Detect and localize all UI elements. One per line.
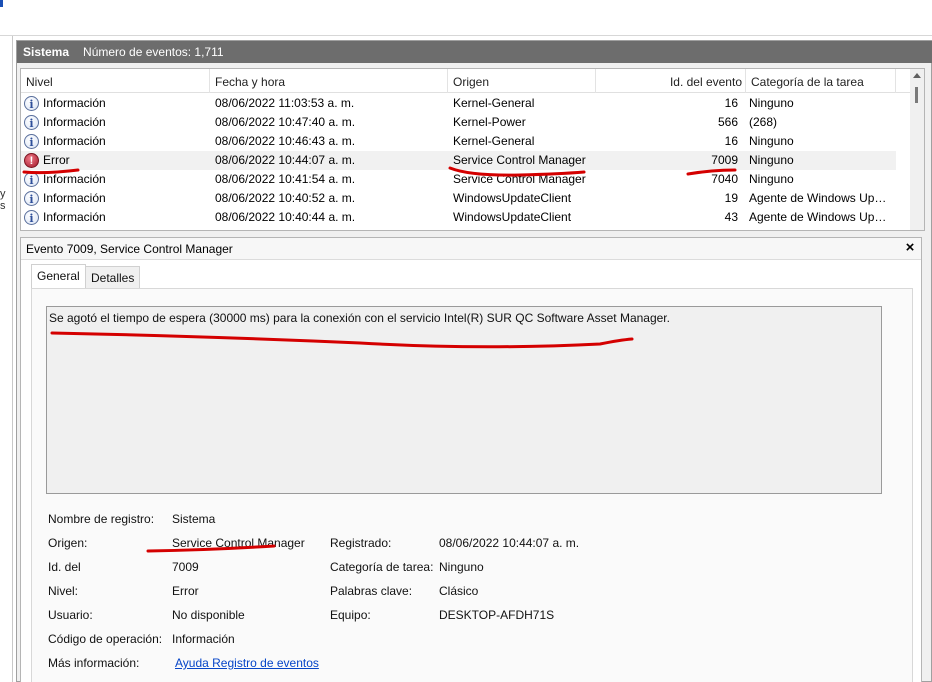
cell-source: Service Control Manager [453, 172, 586, 186]
cell-event-id: 566 [717, 115, 738, 129]
cell-level: Información [43, 172, 106, 186]
event-message-box[interactable]: Se agotó el tiempo de espera (30000 ms) … [46, 306, 882, 494]
cell-event-id: 7040 [711, 172, 738, 186]
event-detail-panel: Evento 7009, Service Control Manager × G… [20, 237, 922, 682]
prop-value-opcode[interactable]: Información [172, 631, 235, 647]
log-name: Sistema [23, 45, 70, 59]
cell-source: Kernel-General [453, 134, 535, 148]
cell-source: WindowsUpdateClient [453, 191, 572, 205]
column-header-event-id[interactable]: Id. del evento [596, 69, 746, 93]
left-pane-text-fragment: y s [0, 188, 6, 212]
events-table[interactable]: Nivel Fecha y hora Origen Id. del evento… [20, 68, 925, 231]
general-tab-content: Se agotó el tiempo de espera (30000 ms) … [31, 288, 913, 682]
table-row[interactable]: i Información 08/06/2022 11:03:53 a. m. Ker… [21, 94, 896, 113]
table-row[interactable]: ! Error 08/06/2022 10:44:07 a. m. Service C… [21, 151, 896, 170]
cell-level: Información [43, 210, 106, 224]
column-header-datetime[interactable]: Fecha y hora [210, 69, 448, 93]
cell-datetime: 08/06/2022 10:44:07 a. m. [215, 153, 356, 167]
cell-category: Ninguno [749, 153, 794, 167]
cell-category: Ninguno [749, 172, 794, 186]
event-count: Número de eventos: 1,711 [83, 45, 224, 59]
prop-label-source: Origen: [48, 536, 88, 550]
info-icon: i [24, 115, 39, 130]
cell-category: (268) [749, 115, 778, 129]
table-row[interactable]: i Información 08/06/2022 10:40:52 a. m. Win… [21, 189, 896, 208]
cell-datetime: 08/06/2022 10:40:44 a. m. [215, 210, 356, 224]
cell-level: Información [43, 191, 106, 205]
column-header-task-category[interactable]: Categoría de la tarea [746, 69, 896, 93]
cell-datetime: 08/06/2022 10:47:40 a. m. [215, 115, 356, 129]
column-header-source[interactable]: Origen [448, 69, 596, 93]
cell-event-id: 19 [724, 191, 738, 205]
cell-source: Kernel-Power [453, 115, 526, 129]
prop-label-keywords: Palabras clave: [330, 584, 413, 598]
cell-level: Información [43, 134, 106, 148]
prop-value-log-name[interactable]: Sistema [172, 511, 215, 527]
cell-datetime: 08/06/2022 10:41:54 a. m. [215, 172, 356, 186]
cell-source: Kernel-General [453, 96, 535, 110]
prop-value-event-id[interactable]: 7009 [172, 559, 199, 575]
prop-value-logged[interactable]: 08/06/2022 10:44:07 a. m. [439, 535, 579, 551]
prop-label-more-info: Más información: [48, 656, 140, 670]
prop-label-task-category: Categoría de tarea: [330, 560, 434, 574]
scroll-thumb[interactable] [915, 87, 918, 103]
log-header-bar: Sistema Número de eventos: 1,711 [17, 41, 932, 63]
prop-label-log-name: Nombre de registro: [48, 512, 155, 526]
table-row[interactable]: i Información 08/06/2022 10:40:44 a. m. Win… [21, 208, 896, 227]
cell-datetime: 08/06/2022 10:46:43 a. m. [215, 134, 356, 148]
cell-category: Agente de Windows Up… [749, 191, 887, 205]
prop-label-opcode: Código de operación: [48, 632, 163, 646]
event-log-help-link[interactable]: Ayuda Registro de eventos [175, 655, 319, 671]
prop-value-computer[interactable]: DESKTOP-AFDH71S [439, 607, 554, 623]
column-header-level[interactable]: Nivel [21, 69, 210, 93]
info-icon: i [24, 191, 39, 206]
prop-label-logged: Registrado: [330, 536, 392, 550]
detail-tabs: General Detalles [31, 264, 916, 289]
cell-datetime: 08/06/2022 10:40:52 a. m. [215, 191, 356, 205]
toolbar-edge-mark [0, 0, 3, 7]
left-tree-pane[interactable]: y s [0, 36, 13, 682]
error-icon: ! [24, 153, 39, 168]
table-row[interactable]: i Información 08/06/2022 10:47:40 a. m. Ker… [21, 113, 896, 132]
cell-level: Información [43, 96, 106, 110]
prop-value-keywords[interactable]: Clásico [439, 583, 478, 599]
cell-level: Información [43, 115, 106, 129]
prop-label-computer: Equipo: [330, 608, 371, 622]
cell-category: Agente de Windows Up… [749, 210, 887, 224]
prop-value-source[interactable]: Service Control Manager [172, 535, 305, 551]
cell-event-id: 16 [724, 96, 738, 110]
cell-event-id: 16 [724, 134, 738, 148]
events-table-header: Nivel Fecha y hora Origen Id. del evento… [21, 69, 911, 93]
prop-label-level: Nivel: [48, 584, 79, 598]
cell-source: WindowsUpdateClient [453, 210, 572, 224]
event-detail-title: Evento 7009, Service Control Manager [26, 242, 233, 256]
info-icon: i [24, 96, 39, 111]
info-icon: i [24, 172, 39, 187]
cell-category: Ninguno [749, 96, 794, 110]
info-icon: i [24, 134, 39, 149]
prop-value-task-category[interactable]: Ninguno [439, 559, 484, 575]
table-row[interactable]: i Información 08/06/2022 10:41:54 a. m. Ser… [21, 170, 896, 189]
table-row[interactable]: i Información 08/06/2022 10:46:43 a. m. Ker… [21, 132, 896, 151]
close-icon[interactable]: × [901, 238, 919, 258]
cell-category: Ninguno [749, 134, 794, 148]
scroll-up-arrow-icon[interactable] [913, 73, 921, 78]
cell-event-id: 7009 [711, 153, 738, 167]
prop-value-level[interactable]: Error [172, 583, 199, 599]
tab-details[interactable]: Detalles [85, 266, 141, 288]
prop-label-event-id: Id. del [48, 560, 81, 574]
tab-general[interactable]: General [31, 264, 86, 289]
cell-datetime: 08/06/2022 11:03:53 a. m. [215, 96, 355, 110]
event-detail-titlebar: Evento 7009, Service Control Manager × [21, 238, 921, 260]
cell-source: Service Control Manager [453, 153, 586, 167]
cell-level: Error [43, 153, 70, 167]
prop-value-user[interactable]: No disponible [172, 607, 245, 623]
event-viewer-main-pane: Sistema Número de eventos: 1,711 Nivel F… [16, 40, 932, 682]
cell-event-id: 43 [724, 210, 738, 224]
events-table-scrollbar[interactable] [910, 69, 924, 230]
top-toolbar-area [0, 0, 932, 36]
prop-label-user: Usuario: [48, 608, 93, 622]
info-icon: i [24, 210, 39, 225]
